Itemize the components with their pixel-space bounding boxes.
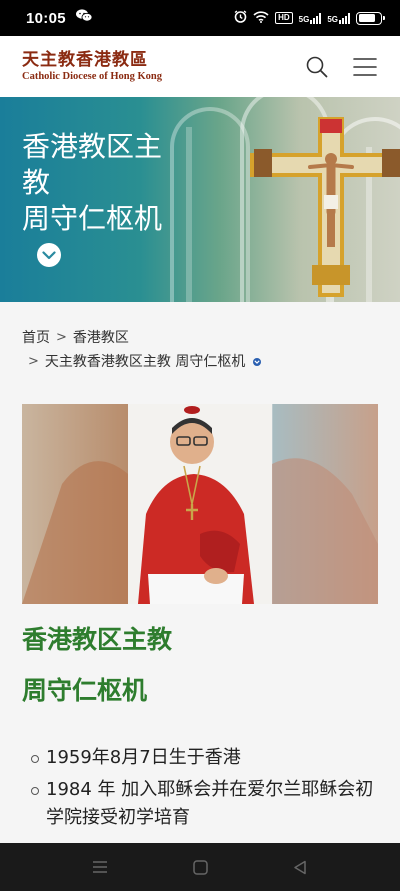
hero-banner: 香港教区主 教 周守仁枢机 [0,97,400,302]
wifi-icon [253,10,269,26]
hero-title-line3: 周守仁枢机 [22,202,163,235]
bio-list: 1959年8月7日生于香港 1984 年 加入耶稣会并在爱尔兰耶稣会初学院接受初… [22,744,382,836]
breadcrumb-current: 天主教香港教区主教 周守仁枢机 [44,354,246,370]
status-time: 10:05 [26,9,66,27]
logo-chinese: 天主教香港教區 [22,50,148,70]
sim2-label: 5G [327,14,338,24]
signal-sim1: 5G [298,12,322,24]
battery-icon [356,11,385,25]
recent-apps-button[interactable] [80,847,120,887]
scroll-down-button[interactable] [37,243,61,267]
system-nav-bar [0,843,400,891]
breadcrumb-dropdown-icon[interactable] [253,358,262,366]
back-triangle-icon [294,860,306,874]
breadcrumb-separator-icon: > [28,354,39,369]
search-button[interactable] [304,54,330,80]
bishop-portrait-image [22,404,378,604]
article-title-line1: 香港教区主教 [22,625,173,654]
breadcrumb-diocese[interactable]: 香港教区 [73,326,129,350]
square-icon [192,859,208,875]
hero-title: 香港教区主 教 周守仁枢机 [22,129,197,237]
breadcrumb-home[interactable]: 首页 [22,326,50,350]
list-item: 1984 年 加入耶稣会并在爱尔兰耶稣会初学院接受初学培育 [22,776,382,832]
site-header: 天主教香港教區 Catholic Diocese of Hong Kong [0,36,400,97]
hero-title-line2: 教 [22,166,51,199]
chevron-down-icon [42,250,56,259]
menu-button[interactable] [352,54,378,80]
hamburger-menu-icon [353,57,377,76]
article-title: 香港教区主教 周守仁枢机 [22,624,378,707]
hd-badge: HD [275,12,293,24]
menu-lines-icon [93,861,107,873]
article-title-line2: 周守仁枢机 [22,676,148,705]
hero-title-line1: 香港教区主 [22,130,163,163]
crucifix-image [250,117,400,297]
site-logo[interactable]: 天主教香港教區 Catholic Diocese of Hong Kong [22,50,162,83]
search-icon [306,56,328,77]
wechat-icon [75,9,93,27]
home-button[interactable] [180,847,220,887]
breadcrumb-separator-icon: > [56,330,67,345]
alarm-icon [234,10,247,26]
list-item: 1959年8月7日生于香港 [22,744,382,772]
status-bar: 10:05 HD 5G 5G [0,0,400,36]
logo-english: Catholic Diocese of Hong Kong [22,71,162,82]
back-button[interactable] [280,847,320,887]
sim1-label: 5G [298,14,310,24]
breadcrumb: 首页 > 香港教区 > 天主教香港教区主教 周守仁枢机 [22,326,382,374]
signal-sim2: 5G [327,12,350,24]
